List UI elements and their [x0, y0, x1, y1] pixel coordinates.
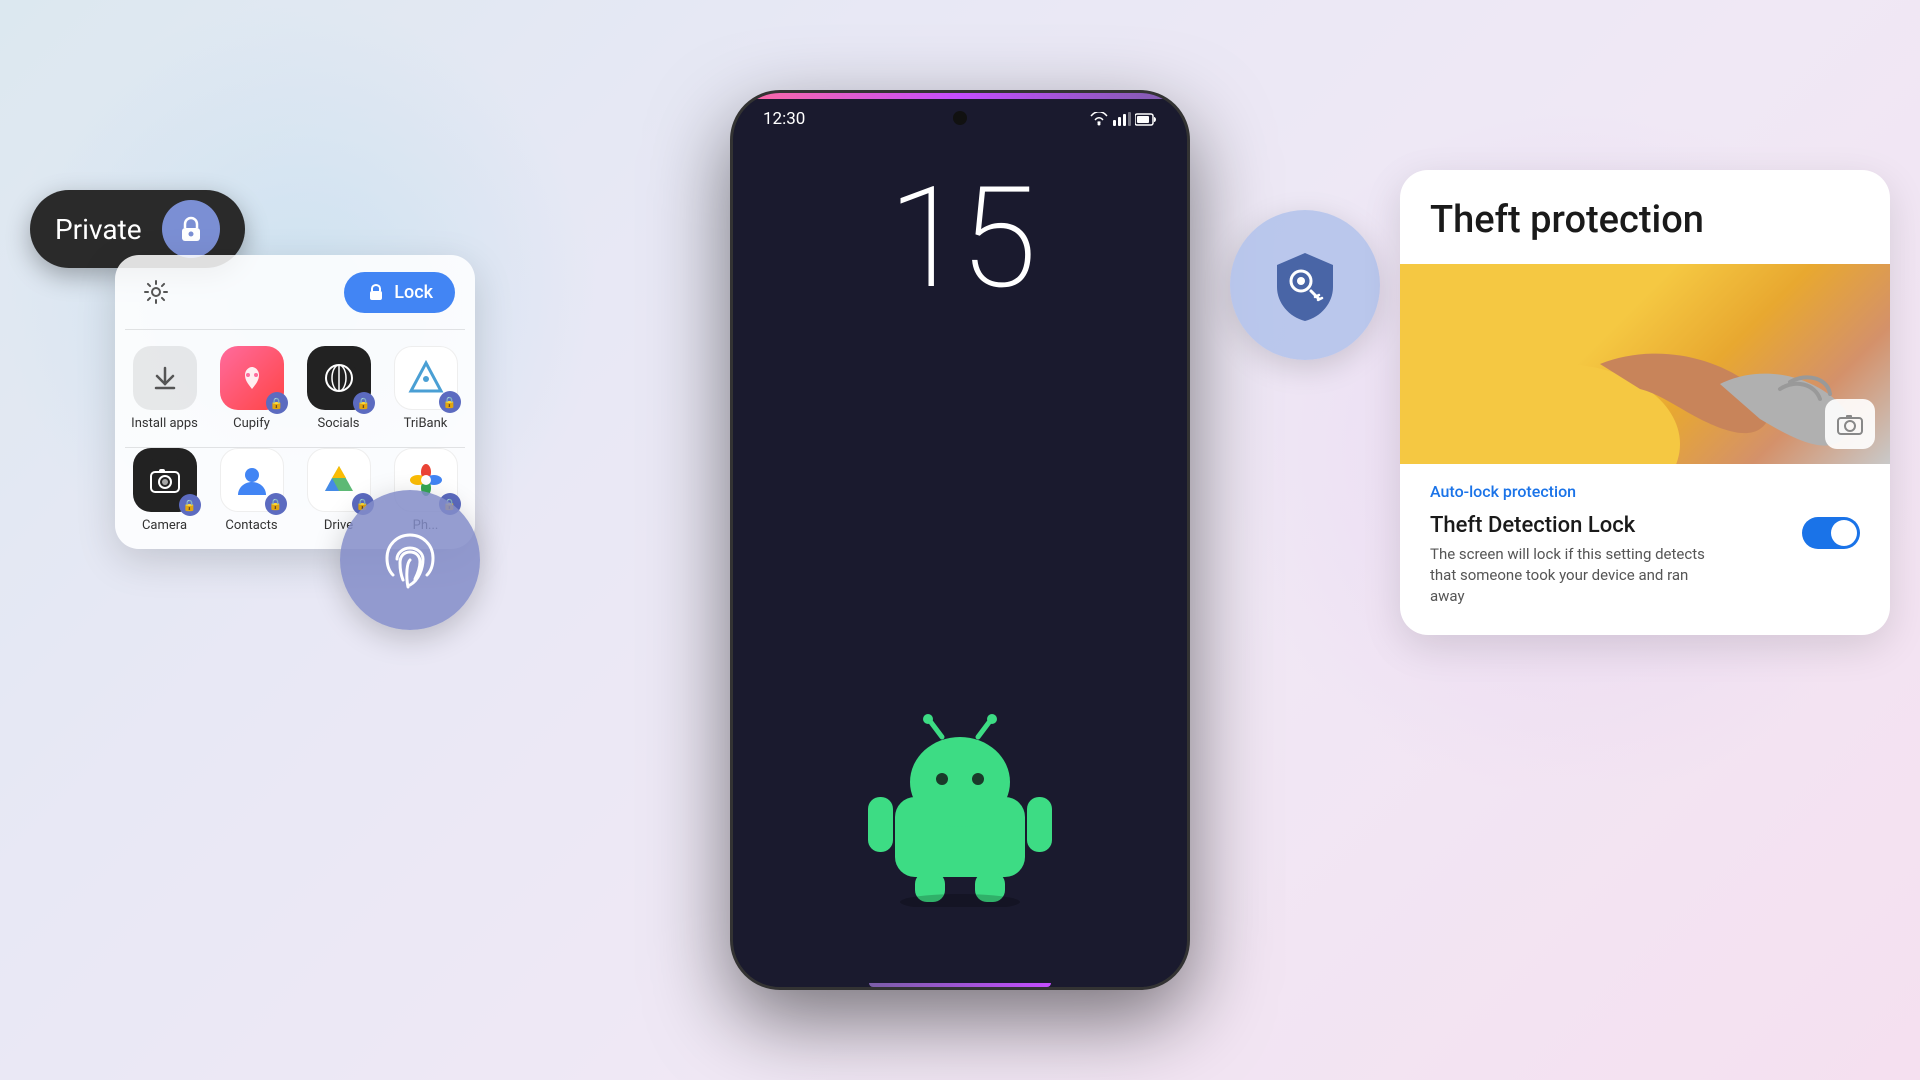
theft-protection-card: Theft protection Auto-lock protection	[1400, 170, 1890, 635]
private-lock-circle	[162, 200, 220, 258]
app-label-tribank: TriBank	[404, 416, 448, 431]
phone-date-number: 15	[733, 169, 1187, 309]
camera-icon: 🔒	[133, 448, 197, 512]
phone-status-bar: 12:30	[733, 93, 1187, 129]
cupify-icon: 🔒	[220, 346, 284, 410]
lock-button-label: Lock	[394, 282, 433, 303]
tribank-private-badge: 🔒	[439, 391, 461, 413]
private-label: Private	[55, 213, 142, 246]
toggle-check-icon: ✓	[1840, 525, 1852, 541]
app-label-contacts: Contacts	[225, 518, 277, 533]
app-item-install[interactable]: Install apps	[125, 346, 204, 431]
status-icons	[1089, 112, 1157, 126]
wifi-icon	[1089, 112, 1109, 126]
app-item-contacts[interactable]: 🔒 Contacts	[212, 448, 291, 533]
install-apps-icon	[133, 346, 197, 410]
app-grid-row1: Install apps 🔒 Cupify	[115, 330, 475, 447]
phone-wrapper: 12:30	[730, 90, 1190, 990]
app-item-cupify[interactable]: 🔒 Cupify	[212, 346, 291, 431]
app-item-camera[interactable]: 🔒 Camera	[125, 448, 204, 533]
app-label-cupify: Cupify	[233, 416, 270, 431]
drawer-top-bar: Lock	[115, 255, 475, 329]
signal-icon	[1113, 112, 1131, 126]
app-item-socials[interactable]: 🔒 Socials	[299, 346, 378, 431]
cupify-private-badge: 🔒	[266, 392, 288, 414]
contacts-private-badge: 🔒	[265, 493, 287, 515]
app-label-socials: Socials	[317, 416, 359, 431]
android-mascot	[860, 707, 1060, 907]
shield-bubble	[1230, 210, 1380, 360]
tribank-icon: 🔒	[394, 346, 458, 410]
theft-detection-title: Theft Detection Lock	[1430, 513, 1710, 538]
phone-time: 12:30	[763, 109, 805, 129]
socials-private-badge: 🔒	[353, 392, 375, 414]
camera-private-badge: 🔒	[179, 494, 201, 516]
theft-detection-row: Theft Detection Lock The screen will loc…	[1430, 513, 1860, 607]
theft-detection-text: Theft Detection Lock The screen will loc…	[1430, 513, 1710, 607]
theft-card-title: Theft protection	[1400, 170, 1890, 264]
app-label-install: Install apps	[131, 416, 198, 431]
lock-button[interactable]: Lock	[344, 272, 455, 313]
drive-icon: 🔒	[307, 448, 371, 512]
auto-lock-label: Auto-lock protection	[1430, 482, 1860, 501]
fingerprint-icon	[375, 525, 445, 595]
theft-detection-desc: The screen will lock if this setting det…	[1430, 544, 1710, 607]
lock-icon	[176, 214, 206, 244]
gear-button[interactable]	[135, 271, 177, 313]
app-label-camera: Camera	[142, 518, 187, 533]
shield-key-icon	[1265, 245, 1345, 325]
theft-card-image	[1400, 264, 1890, 464]
theft-image-camera-icon	[1825, 399, 1875, 449]
battery-icon	[1135, 113, 1157, 126]
phone-notch	[953, 111, 967, 125]
theft-detection-toggle[interactable]: ✓	[1802, 517, 1860, 549]
theft-card-body: Auto-lock protection Theft Detection Loc…	[1400, 464, 1890, 635]
contacts-icon: 🔒	[220, 448, 284, 512]
phone-frame: 12:30	[730, 90, 1190, 990]
socials-icon: 🔒	[307, 346, 371, 410]
fingerprint-bubble	[340, 490, 480, 630]
app-item-tribank[interactable]: 🔒 TriBank	[386, 346, 465, 431]
